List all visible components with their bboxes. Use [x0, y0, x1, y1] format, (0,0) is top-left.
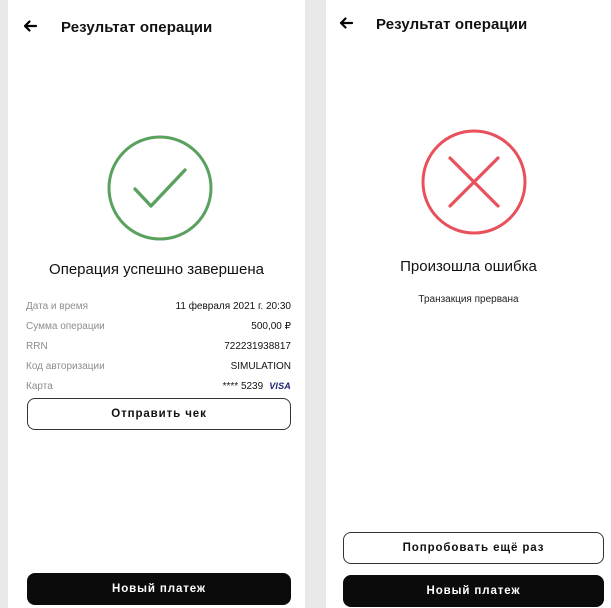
visa-logo-icon: VISA — [269, 381, 291, 391]
check-circle-icon — [106, 134, 214, 242]
detail-value: 722231938817 — [224, 340, 291, 352]
detail-row-auth-code: Код авторизации SIMULATION — [26, 356, 291, 376]
detail-row-rrn: RRN 722231938817 — [26, 336, 291, 356]
send-receipt-button[interactable]: Отправить чек — [27, 398, 291, 430]
header: Результат операции — [8, 14, 305, 42]
x-circle-icon — [420, 128, 528, 236]
status-title: Произошла ошибка — [400, 258, 537, 275]
error-description: Транзакция прервана — [418, 294, 519, 305]
detail-label: RRN — [26, 340, 48, 352]
card-value: **** 5239 VISA — [223, 381, 291, 392]
status-title: Операция успешно завершена — [49, 261, 264, 278]
new-payment-button[interactable]: Новый платеж — [27, 573, 291, 605]
header: Результат операции — [326, 14, 611, 42]
success-screen: Результат операции Операция успешно заве… — [8, 0, 305, 608]
detail-value: 11 февраля 2021 г. 20:30 — [175, 300, 291, 312]
detail-label: Дата и время — [26, 300, 89, 312]
arrow-left-icon[interactable] — [338, 15, 354, 31]
arrow-left-icon[interactable] — [22, 18, 38, 34]
detail-row-datetime: Дата и время 11 февраля 2021 г. 20:30 — [26, 296, 291, 316]
retry-button[interactable]: Попробовать ещё раз — [343, 532, 604, 564]
masked-card-number: **** 5239 — [222, 380, 264, 392]
detail-value: 500,00 ₽ — [251, 320, 291, 332]
detail-label: Сумма операции — [26, 320, 105, 332]
page-title: Результат операции — [61, 19, 213, 36]
operation-details: Дата и время 11 февраля 2021 г. 20:30 Су… — [26, 296, 291, 396]
detail-label: Карта — [26, 380, 53, 392]
detail-label: Код авторизации — [26, 360, 105, 372]
new-payment-button[interactable]: Новый платеж — [343, 575, 604, 607]
page-title: Результат операции — [376, 16, 528, 33]
detail-row-amount: Сумма операции 500,00 ₽ — [26, 316, 291, 336]
error-screen: Результат операции Произошла ошибка Тран… — [326, 0, 611, 608]
detail-row-card: Карта **** 5239 VISA — [26, 376, 291, 396]
detail-value: SIMULATION — [230, 360, 291, 372]
